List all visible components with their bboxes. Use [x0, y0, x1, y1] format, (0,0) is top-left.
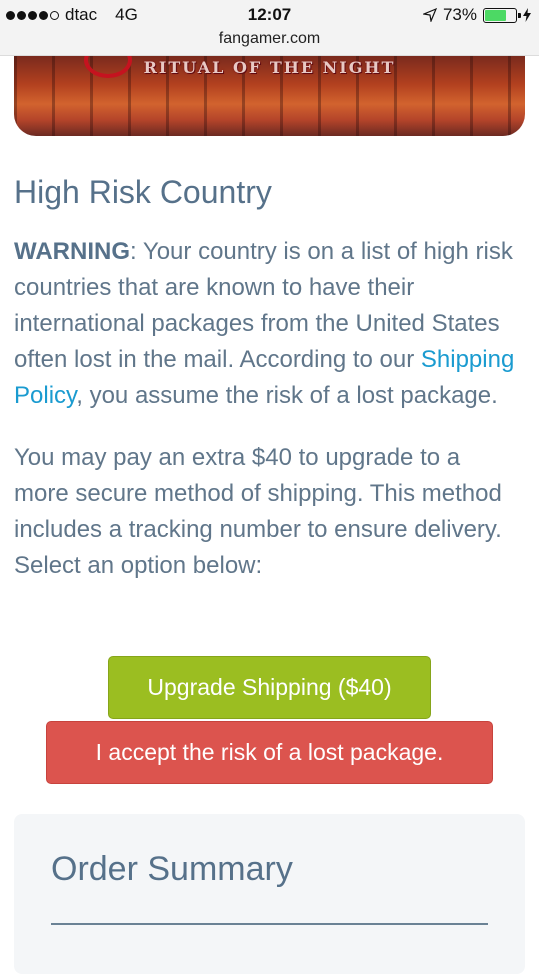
divider	[51, 923, 488, 925]
main-content: High Risk Country WARNING: Your country …	[14, 170, 525, 584]
banner-title: RITUAL OF THE NIGHT	[143, 58, 396, 77]
game-banner-image: RITUAL OF THE NIGHT	[14, 56, 525, 136]
address-bar[interactable]: fangamer.com	[0, 28, 539, 56]
upgrade-shipping-button[interactable]: Upgrade Shipping ($40)	[108, 656, 431, 719]
accept-risk-button[interactable]: I accept the risk of a lost package.	[46, 721, 493, 784]
url-text: fangamer.com	[218, 30, 321, 47]
warning-label: WARNING	[14, 238, 130, 265]
warning-text-2: , you assume the risk of a lost package.	[76, 382, 498, 409]
charging-bolt-icon	[523, 8, 531, 22]
location-arrow-icon	[422, 8, 437, 22]
order-summary-panel: Order Summary	[14, 814, 525, 974]
warning-paragraph: WARNING: Your country is on a list of hi…	[14, 234, 520, 414]
order-summary-title: Order Summary	[51, 850, 293, 888]
status-bar: dtac 4G 12:07 73%	[0, 0, 539, 30]
page-title: High Risk Country	[14, 174, 272, 210]
status-right: 73%	[422, 5, 531, 25]
battery-percent: 73%	[442, 5, 477, 24]
upgrade-paragraph: You may pay an extra $40 to upgrade to a…	[14, 444, 502, 579]
battery-icon	[483, 7, 521, 23]
